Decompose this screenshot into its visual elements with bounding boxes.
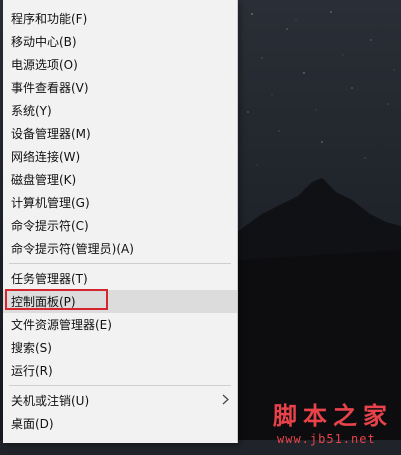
- menu-item-desktop[interactable]: 桌面(D): [3, 412, 237, 435]
- menu-item-label: 磁盘管理(K): [11, 173, 77, 187]
- site-watermark: 脚本之家 www.jb51.net: [273, 396, 401, 455]
- menu-item-command-prompt-admin[interactable]: 命令提示符(管理员)(A): [3, 237, 237, 260]
- menu-item-label: 移动中心(B): [11, 35, 77, 49]
- menu-item-disk-management[interactable]: 磁盘管理(K): [3, 168, 237, 191]
- menu-item-label: 任务管理器(T): [11, 272, 88, 286]
- menu-item-label: 桌面(D): [11, 417, 54, 431]
- menu-item-programs-features[interactable]: 程序和功能(F): [3, 7, 237, 30]
- menu-item-run[interactable]: 运行(R): [3, 359, 237, 382]
- menu-item-label: 电源选项(O): [11, 58, 78, 72]
- watermark-url: www.jb51.net: [277, 432, 376, 446]
- menu-item-event-viewer[interactable]: 事件查看器(V): [3, 76, 237, 99]
- menu-item-network-connections[interactable]: 网络连接(W): [3, 145, 237, 168]
- menu-item-label: 设备管理器(M): [11, 127, 91, 141]
- menu-item-shutdown-signout[interactable]: 关机或注销(U): [3, 389, 237, 412]
- menu-item-label: 文件资源管理器(E): [11, 318, 112, 332]
- menu-item-task-manager[interactable]: 任务管理器(T): [3, 267, 237, 290]
- menu-separator: [9, 263, 231, 264]
- menu-item-label: 关机或注销(U): [11, 394, 90, 408]
- menu-item-label: 计算机管理(G): [11, 196, 90, 210]
- menu-item-search[interactable]: 搜索(S): [3, 336, 237, 359]
- winx-context-menu: 程序和功能(F) 移动中心(B) 电源选项(O) 事件查看器(V) 系统(Y) …: [3, 0, 238, 443]
- menu-item-mobility-center[interactable]: 移动中心(B): [3, 30, 237, 53]
- chevron-right-icon: [222, 394, 229, 408]
- menu-item-command-prompt[interactable]: 命令提示符(C): [3, 214, 237, 237]
- menu-item-label: 命令提示符(C): [11, 219, 89, 233]
- menu-item-label: 系统(Y): [11, 104, 52, 118]
- menu-item-label: 命令提示符(管理员)(A): [11, 242, 134, 256]
- menu-item-file-explorer[interactable]: 文件资源管理器(E): [3, 313, 237, 336]
- menu-item-computer-management[interactable]: 计算机管理(G): [3, 191, 237, 214]
- menu-separator: [9, 385, 231, 386]
- menu-item-label: 网络连接(W): [11, 150, 81, 164]
- menu-item-label: 程序和功能(F): [11, 12, 88, 26]
- watermark-title: 脚本之家: [273, 401, 393, 430]
- menu-item-power-options[interactable]: 电源选项(O): [3, 53, 237, 76]
- menu-item-device-manager[interactable]: 设备管理器(M): [3, 122, 237, 145]
- callout-highlight-box: [5, 289, 108, 310]
- menu-item-label: 搜索(S): [11, 341, 52, 355]
- menu-item-label: 事件查看器(V): [11, 81, 89, 95]
- menu-item-system[interactable]: 系统(Y): [3, 99, 237, 122]
- menu-item-label: 运行(R): [11, 364, 53, 378]
